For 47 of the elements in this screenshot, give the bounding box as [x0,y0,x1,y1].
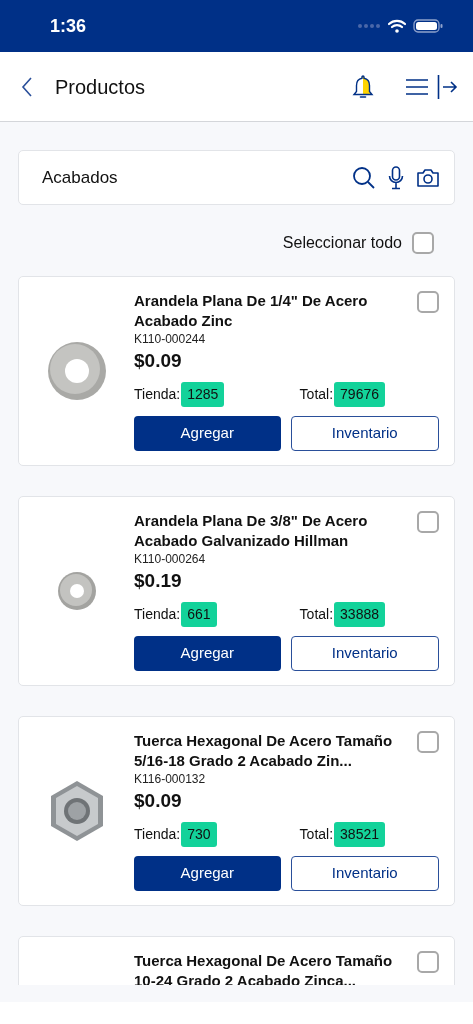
product-code: K116-000132 [134,771,207,787]
inventory-button[interactable]: Inventario [290,636,439,671]
checkbox[interactable] [417,291,439,313]
store-quantity: 661 [181,602,217,627]
total-label: Total: [299,605,334,624]
store-quantity: 730 [181,822,217,847]
product-price: $0.09 [134,789,183,813]
total-quantity: 79676 [334,382,385,407]
product-price: $0.19 [134,569,183,593]
total-label: Total: [299,385,334,404]
store-quantity: 1285 [181,382,225,407]
product-code: K110-000244 [134,331,207,347]
checkbox[interactable] [412,232,434,254]
back-icon[interactable] [21,76,33,97]
total-quantity: 38521 [334,822,385,847]
product-name[interactable]: Tuerca Hexagonal De Acero Tamaño 5/16-18 Grado 2 Acabado Zin... [134,731,409,771]
checkbox[interactable] [417,511,439,533]
add-button[interactable]: Agregar [134,636,281,671]
search-value: Acabados [42,166,118,189]
menu-icon[interactable] [405,77,429,96]
product-name[interactable]: Arandela Plana De 3/8" De Acero Acabado Galvanizado Hillman [134,511,409,551]
wifi-icon [388,19,406,33]
page-title: Productos [55,74,146,100]
select-all-label: Seleccionar todo [282,233,402,253]
search-icon[interactable] [352,165,376,190]
checkbox[interactable] [417,951,439,973]
store-label: Tienda: [134,825,181,844]
product-price: $0.09 [134,349,183,373]
signal-icon [358,24,380,28]
total-label: Total: [299,825,334,844]
battery-icon [413,19,443,33]
add-button[interactable]: Agregar [134,856,281,891]
product-code: K110-000264 [134,551,207,567]
inventory-button[interactable]: Inventario [290,856,439,891]
store-label: Tienda: [134,385,181,404]
logout-icon[interactable] [437,73,458,100]
product-name[interactable]: Arandela Plana De 1/4" De Acero Acabado Zinc [134,291,409,331]
search-field[interactable]: Acabados [18,150,455,205]
status-time: 1:36 [50,14,87,38]
microphone-icon[interactable] [388,165,404,190]
total-quantity: 33888 [334,602,385,627]
store-label: Tienda: [134,605,181,624]
inventory-button[interactable]: Inventario [290,416,439,451]
add-button[interactable]: Agregar [134,416,281,451]
checkbox[interactable] [417,731,439,753]
camera-icon[interactable] [416,167,440,188]
bell-icon[interactable] [351,73,375,100]
